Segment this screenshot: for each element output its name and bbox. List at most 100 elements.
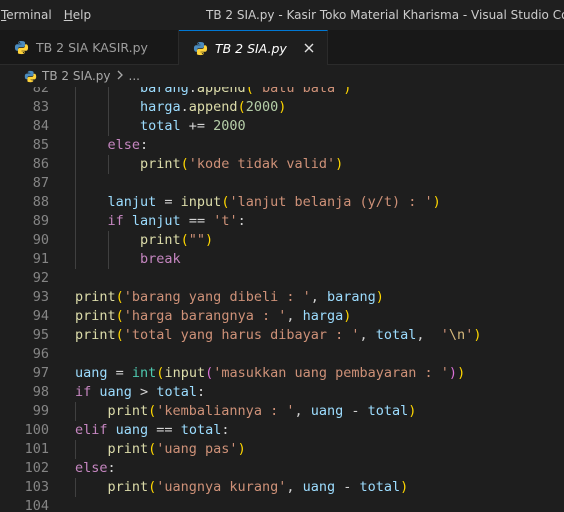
code-token: ( [180, 156, 189, 172]
code-line[interactable]: 100 elif uang == total: [0, 421, 564, 440]
code-text: uang = int(input('masukkan uang pembayar… [75, 364, 465, 383]
line-number: 85 [32, 137, 49, 153]
code-line[interactable]: 84 total += 2000 [0, 117, 564, 136]
editor-tab-bar: TB 2 SIA KASIR.py TB 2 SIA.py [0, 30, 564, 65]
python-file-icon [193, 41, 208, 55]
line-number: 86 [32, 156, 49, 172]
code-token: input [164, 365, 206, 381]
code-token: ) [343, 308, 352, 324]
code-token: == [180, 213, 214, 229]
code-token: ) [400, 479, 409, 495]
breadcrumb-ellipsis[interactable]: ... [129, 69, 140, 83]
line-number: 87 [32, 175, 49, 191]
code-line[interactable]: 94 print('harga barangnya : ', harga) [0, 307, 564, 326]
code-token: if [75, 384, 92, 400]
indent-guide [75, 212, 76, 231]
code-token: ) [335, 156, 344, 172]
code-token: ) [237, 441, 246, 457]
breadcrumb-file[interactable]: TB 2 SIA.py [42, 69, 111, 83]
indent-guide [107, 117, 109, 136]
code-text: print("") [140, 231, 213, 250]
code-token: ) [457, 365, 466, 381]
code-line[interactable]: 88 lanjut = input('lanjut belanja (y/t) :… [0, 193, 564, 212]
code-token: 'uang pas' [156, 441, 238, 457]
code-token: += [180, 118, 214, 134]
title-bar: Terminal Help TB 2 SIA.py - Kasir Toko M… [0, 0, 564, 30]
code-line[interactable]: 96 [0, 345, 564, 364]
code-text: else: [75, 459, 116, 478]
indent-guide [107, 231, 109, 250]
code-line[interactable]: 101 print('uang pas') [0, 440, 564, 459]
code-line[interactable]: 97 uang = int(input('masukkan uang pembay… [0, 364, 564, 383]
code-line[interactable]: 91 break [0, 250, 564, 269]
code-token: . [180, 99, 189, 115]
menu-help[interactable]: Help [58, 0, 97, 30]
code-token: total [367, 403, 409, 419]
code-token: uang [302, 479, 336, 495]
indent-guide [75, 193, 76, 212]
code-token: total [140, 118, 181, 134]
indent-guide [75, 478, 76, 497]
code-text: if lanjut == 't': [108, 212, 246, 231]
code-text: break [140, 250, 181, 269]
code-token: 't' [213, 213, 238, 229]
code-token: 'kode tidak valid' [188, 156, 336, 172]
menu-terminal[interactable]: Terminal [0, 0, 58, 30]
line-number: 88 [32, 194, 49, 210]
code-line[interactable]: 87 [0, 174, 564, 193]
code-token: 'lanjut belanja (y/t) : ' [229, 194, 433, 210]
code-line[interactable]: 93 print('barang yang dibeli : ', barang) [0, 288, 564, 307]
line-number: 91 [32, 251, 49, 267]
code-text: print('uangnya kurang', uang - total) [108, 478, 409, 497]
close-icon[interactable] [301, 40, 317, 56]
code-token: ' [440, 327, 449, 343]
menu-terminal-rest: erminal [6, 8, 52, 22]
code-token: . [188, 87, 197, 96]
code-token: ) [473, 327, 482, 343]
code-line[interactable]: 99 print('kembaliannya : ', uang - total) [0, 402, 564, 421]
code-editor[interactable]: 82 barang.append('batu bata') 83 harga.appe… [0, 87, 564, 512]
code-text: print('barang yang dibeli : ', barang) [75, 288, 384, 307]
code-line[interactable]: 90 print("") [0, 231, 564, 250]
code-token: ) [448, 365, 458, 381]
tab-tb2-sia-kasir[interactable]: TB 2 SIA KASIR.py [0, 30, 179, 65]
code-token: lanjut [107, 194, 157, 210]
code-token: append [188, 99, 238, 115]
code-line[interactable]: 86 print('kode tidak valid') [0, 155, 564, 174]
code-token: > [131, 384, 157, 400]
code-token: ( [115, 289, 124, 305]
code-text: print('harga barangnya : ', harga) [75, 307, 351, 326]
code-token: = [107, 365, 132, 381]
code-token: - [335, 479, 360, 495]
code-token: = [156, 194, 181, 210]
code-text: barang.append('batu bata') [140, 87, 351, 98]
line-number: 93 [32, 289, 49, 305]
code-token: : [107, 460, 116, 476]
chevron-right-icon [116, 70, 124, 83]
code-token: , [416, 327, 441, 343]
code-token: : [140, 137, 149, 153]
breadcrumb: TB 2 SIA.py ... [0, 65, 564, 87]
code-line[interactable]: 92 [0, 269, 564, 288]
code-token: 2000 [245, 99, 279, 115]
code-token: print [75, 289, 116, 305]
code-line[interactable]: 82 barang.append('batu bata') [0, 87, 564, 98]
code-line[interactable]: 103 print('uangnya kurang', uang - total) [0, 478, 564, 497]
line-number: 103 [24, 479, 49, 495]
code-token: total [180, 422, 222, 438]
code-line[interactable]: 89 if lanjut == 't': [0, 212, 564, 231]
line-number: 101 [24, 441, 49, 457]
indent-guide [107, 250, 109, 269]
code-line[interactable]: 83 harga.append(2000) [0, 98, 564, 117]
code-line[interactable]: 85 else: [0, 136, 564, 155]
code-line[interactable]: 95 print('total yang harus dibayar : ', t… [0, 326, 564, 345]
tab-tb2-sia[interactable]: TB 2 SIA.py [178, 30, 328, 65]
indent-guide [107, 87, 109, 98]
code-token: uang [99, 384, 132, 400]
python-file-icon [14, 40, 29, 55]
code-line[interactable]: 98 if uang > total: [0, 383, 564, 402]
code-token: total [375, 327, 417, 343]
code-line[interactable]: 102 else: [0, 459, 564, 478]
code-token: ) [278, 99, 287, 115]
code-line[interactable]: 104 [0, 497, 564, 512]
